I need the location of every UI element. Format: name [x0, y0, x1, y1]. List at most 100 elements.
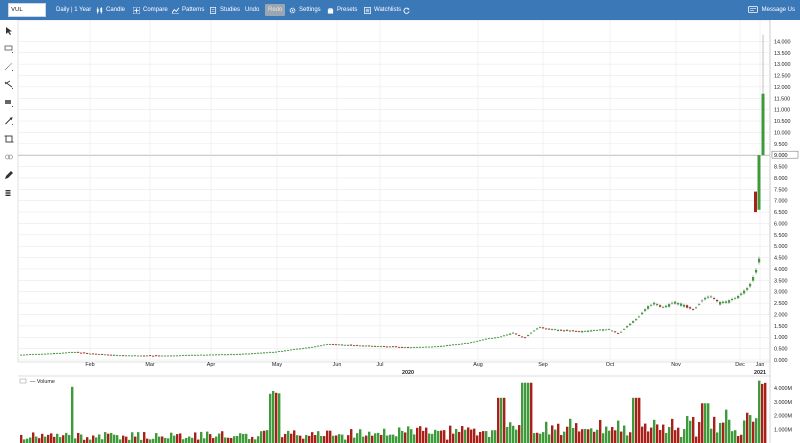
volume-bar: [485, 431, 488, 443]
refresh-button[interactable]: [403, 0, 410, 20]
undo-button[interactable]: Undo: [245, 0, 259, 20]
price-tick-label: 9.500: [774, 142, 788, 148]
periodicity-button[interactable]: Daily | 1 Year: [56, 0, 91, 20]
candle-body: [689, 307, 692, 309]
volume-tick-label: 3.000M: [774, 400, 792, 406]
price-tick-label: 2.000: [774, 312, 788, 318]
volume-bar: [737, 435, 740, 443]
watchlists-icon: [364, 6, 371, 14]
date-tick-label: 2021: [754, 370, 766, 376]
volume-bar: [269, 393, 272, 443]
volume-panel: — Volume 4.000M 3.000M 2.000M 1.000M: [18, 375, 792, 443]
candle-body: [695, 307, 698, 309]
volume-bar: [248, 439, 251, 443]
redo-button[interactable]: Redo: [265, 4, 286, 16]
volume-bar: [35, 436, 38, 443]
volume-bar: [74, 438, 77, 443]
candle-body: [92, 353, 95, 355]
candle-button[interactable]: Candle: [96, 0, 125, 20]
candle-body: [707, 296, 710, 298]
candle-body: [757, 155, 761, 210]
candle-body: [650, 304, 653, 306]
volume-bar: [725, 409, 728, 443]
message-us-button[interactable]: Message Us: [747, 0, 795, 20]
volume-bar: [314, 435, 317, 443]
candle-body: [35, 353, 38, 355]
volume-bar: [125, 436, 128, 443]
candle-body: [311, 346, 314, 348]
price-tick-label: 5.000: [774, 244, 788, 250]
candle-body: [374, 345, 377, 347]
volume-bar: [437, 430, 440, 443]
volume-bar: [92, 435, 95, 443]
volume-bar: [410, 429, 413, 443]
candle-body: [149, 355, 152, 357]
volume-bar: [218, 433, 221, 443]
candle-body: [635, 319, 638, 321]
candle-body: [107, 354, 110, 356]
price-tick-label: 10.500: [774, 119, 791, 125]
price-tick-label: 4.000: [774, 267, 788, 273]
candle-body: [638, 316, 641, 318]
volume-bar: [446, 439, 449, 443]
volume-bar: [152, 438, 155, 443]
candle-body: [683, 304, 686, 307]
price-tick-label: 1.500: [774, 324, 788, 330]
volume-bar: [638, 397, 641, 443]
patterns-button[interactable]: Patterns: [172, 0, 204, 20]
compare-button[interactable]: Compare: [133, 0, 168, 20]
candle-body: [455, 344, 458, 346]
candle-body: [134, 355, 137, 357]
price-tick-label: 4.500: [774, 256, 788, 262]
candle-body: [530, 332, 533, 334]
volume-bar: [371, 435, 374, 443]
candle-body: [407, 347, 410, 348]
chart-canvas[interactable]: 14.000 13.500 13.000 12.500 12.000 11.500 11.0…: [0, 20, 800, 443]
symbol-input[interactable]: [8, 3, 46, 17]
volume-bar: [401, 430, 404, 443]
price-tick-label: 11.000: [774, 108, 790, 114]
volume-bar: [143, 432, 146, 443]
volume-bar: [623, 425, 626, 443]
volume-bar: [23, 439, 26, 443]
candle-body: [662, 306, 665, 308]
volume-bar: [317, 431, 320, 443]
candle-body: [179, 355, 182, 357]
presets-button[interactable]: Presets: [327, 0, 357, 20]
date-tick-label: Aug: [473, 362, 483, 368]
volume-bar: [476, 435, 479, 443]
candle-body: [719, 301, 722, 305]
volume-bar: [32, 432, 35, 443]
undo-label: Undo: [245, 7, 260, 13]
candle-body: [389, 346, 392, 348]
watchlists-button[interactable]: Watchlists: [364, 0, 401, 20]
studies-button[interactable]: Studies: [210, 0, 240, 20]
candle-body: [692, 309, 695, 311]
volume-label: — Volume: [30, 379, 55, 385]
candle-body: [527, 335, 530, 337]
candle-body: [626, 326, 629, 328]
volume-bar: [575, 423, 578, 443]
settings-button[interactable]: Settings: [289, 0, 321, 20]
volume-bar: [329, 430, 332, 443]
candle-body: [161, 355, 164, 357]
studies-label: Studies: [220, 7, 241, 13]
candle-body: [542, 327, 545, 329]
volume-bar: [569, 418, 572, 443]
volume-bar: [668, 426, 671, 443]
volume-bar: [503, 397, 506, 443]
candle-body: [749, 283, 752, 287]
volume-bar: [452, 433, 455, 443]
candle-body: [704, 297, 707, 300]
candle-body: [38, 354, 41, 355]
volume-bar: [509, 422, 512, 443]
volume-bar: [548, 434, 551, 443]
volume-bar: [257, 436, 260, 443]
volume-bar: [116, 435, 119, 443]
volume-bar: [146, 438, 149, 443]
volume-bar: [602, 433, 605, 443]
candle-body: [197, 354, 200, 356]
volume-bar: [440, 430, 443, 443]
candle-body: [551, 329, 554, 330]
candle-body: [194, 354, 197, 356]
